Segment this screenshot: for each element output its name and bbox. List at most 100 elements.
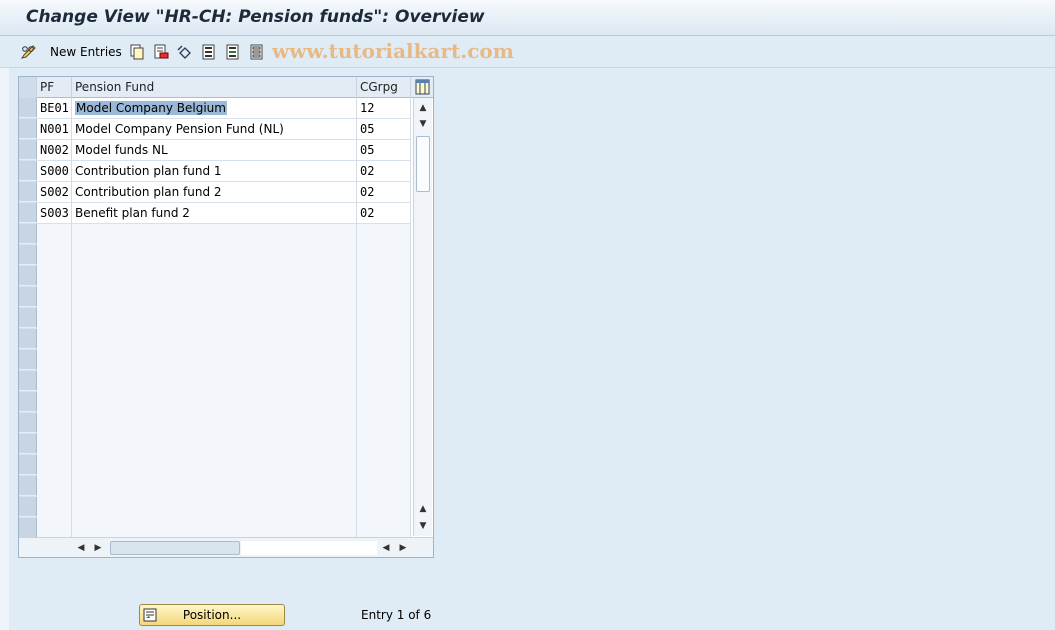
new-entries-button[interactable]: New Entries xyxy=(50,41,122,63)
cell-cgrpg[interactable]: 05 xyxy=(357,140,411,161)
horizontal-scroll-thumb[interactable] xyxy=(110,541,240,555)
select-all-button[interactable] xyxy=(201,41,217,63)
row-selector[interactable] xyxy=(19,308,37,328)
cell-pf-text: BE01 xyxy=(40,101,69,115)
table-row[interactable] xyxy=(19,224,411,245)
cell-pf xyxy=(37,287,72,308)
table-row[interactable]: S002 Contribution plan fund 2 02 xyxy=(19,182,411,203)
column-header-pension-fund[interactable]: Pension Fund xyxy=(72,77,357,98)
row-selector[interactable] xyxy=(19,266,37,286)
row-selector[interactable] xyxy=(19,497,37,517)
table-row[interactable] xyxy=(19,413,411,434)
copy-as-button[interactable] xyxy=(129,41,145,63)
table-row[interactable]: BE01 Model Company Belgium 12 xyxy=(19,98,411,119)
row-selector[interactable] xyxy=(19,245,37,265)
row-selector[interactable] xyxy=(19,161,37,181)
cell-cgrpg xyxy=(357,350,411,371)
cell-pension-fund[interactable]: Contribution plan fund 1 xyxy=(72,161,357,182)
row-selector[interactable] xyxy=(19,287,37,307)
cell-pf[interactable]: N002 xyxy=(37,140,72,161)
row-selector[interactable] xyxy=(19,476,37,496)
select-all-rows-header[interactable] xyxy=(19,77,37,98)
table-row[interactable]: N001 Model Company Pension Fund (NL) 05 xyxy=(19,119,411,140)
row-selector[interactable] xyxy=(19,413,37,433)
table-row[interactable]: S003 Benefit plan fund 2 02 xyxy=(19,203,411,224)
delete-button[interactable] xyxy=(153,41,169,63)
table-row[interactable] xyxy=(19,308,411,329)
scroll-down-arrow-icon[interactable]: ▼ xyxy=(417,520,429,532)
table-row[interactable] xyxy=(19,287,411,308)
undo-icon xyxy=(177,44,193,60)
cell-pension-fund xyxy=(72,497,357,518)
cell-pf[interactable]: N001 xyxy=(37,119,72,140)
cell-pension-fund[interactable]: Contribution plan fund 2 xyxy=(72,182,357,203)
cell-pf xyxy=(37,518,72,539)
table-row[interactable] xyxy=(19,434,411,455)
table-row[interactable] xyxy=(19,266,411,287)
cell-pf xyxy=(37,371,72,392)
display-change-button[interactable] xyxy=(20,41,36,63)
table-row[interactable]: N002 Model funds NL 05 xyxy=(19,140,411,161)
deselect-all-button[interactable] xyxy=(249,41,265,63)
cell-pension-fund[interactable]: Model Company Belgium xyxy=(72,98,357,119)
table-row[interactable] xyxy=(19,476,411,497)
cell-cgrpg[interactable]: 02 xyxy=(357,161,411,182)
vertical-scrollbar[interactable]: ▲ ▼ ▲ ▼ xyxy=(413,98,432,536)
scroll-right-arrow-icon[interactable]: ▶ xyxy=(92,542,104,554)
row-selector[interactable] xyxy=(19,329,37,349)
column-header-pf[interactable]: PF xyxy=(37,77,72,98)
cell-cgrpg[interactable]: 12 xyxy=(357,98,411,119)
cell-cgrpg[interactable]: 02 xyxy=(357,203,411,224)
table-settings-icon[interactable] xyxy=(415,79,430,95)
select-block-button[interactable] xyxy=(225,41,241,63)
cell-pension-fund[interactable]: Benefit plan fund 2 xyxy=(72,203,357,224)
row-selector[interactable] xyxy=(19,140,37,160)
cell-pf[interactable]: BE01 xyxy=(37,98,72,119)
cell-pension-fund[interactable]: Model Company Pension Fund (NL) xyxy=(72,119,357,140)
cell-pf[interactable]: S002 xyxy=(37,182,72,203)
page-down-arrow-icon[interactable]: ▲ xyxy=(417,503,429,515)
scroll-up-arrow-icon[interactable]: ▲ xyxy=(417,102,429,114)
cell-cgrpg[interactable]: 02 xyxy=(357,182,411,203)
cell-cgrpg-text: 02 xyxy=(360,206,375,220)
cell-pf xyxy=(37,455,72,476)
position-button[interactable]: Position... xyxy=(139,604,285,626)
cell-pf xyxy=(37,350,72,371)
row-selector[interactable] xyxy=(19,371,37,391)
cell-cgrpg[interactable]: 05 xyxy=(357,119,411,140)
cell-pf[interactable]: S003 xyxy=(37,203,72,224)
row-selector[interactable] xyxy=(19,224,37,244)
horizontal-scrollbar[interactable]: ◀ ▶ ◀ ▶ xyxy=(19,537,433,557)
vertical-scroll-thumb[interactable] xyxy=(416,136,430,192)
undo-change-button[interactable] xyxy=(177,41,193,63)
scroll-left-arrow-icon[interactable]: ◀ xyxy=(75,542,87,554)
page-up-arrow-icon[interactable]: ▼ xyxy=(417,118,429,130)
row-selector[interactable] xyxy=(19,350,37,370)
scroll-right-end-arrow-icon[interactable]: ▶ xyxy=(397,542,409,554)
row-selector[interactable] xyxy=(19,455,37,475)
row-selector[interactable] xyxy=(19,182,37,202)
table-row[interactable] xyxy=(19,455,411,476)
cell-pf xyxy=(37,245,72,266)
column-header-cgrpg[interactable]: CGrpg xyxy=(357,77,411,98)
row-selector[interactable] xyxy=(19,392,37,412)
cell-pension-fund[interactable]: Model funds NL xyxy=(72,140,357,161)
cell-pf[interactable]: S000 xyxy=(37,161,72,182)
row-selector[interactable] xyxy=(19,518,37,538)
cell-cgrpg xyxy=(357,224,411,245)
scroll-left-end-arrow-icon[interactable]: ◀ xyxy=(380,542,392,554)
table-row[interactable] xyxy=(19,245,411,266)
table-row[interactable] xyxy=(19,497,411,518)
table-row[interactable] xyxy=(19,371,411,392)
table-row[interactable]: S000 Contribution plan fund 1 02 xyxy=(19,161,411,182)
table-row[interactable] xyxy=(19,350,411,371)
cell-pension-fund-text: Contribution plan fund 1 xyxy=(75,164,222,178)
table-row[interactable] xyxy=(19,329,411,350)
entry-counter: Entry 1 of 6 xyxy=(361,608,432,622)
row-selector[interactable] xyxy=(19,119,37,139)
table-row[interactable] xyxy=(19,392,411,413)
table-row[interactable] xyxy=(19,518,411,539)
row-selector[interactable] xyxy=(19,434,37,454)
row-selector[interactable] xyxy=(19,203,37,223)
row-selector[interactable] xyxy=(19,98,37,118)
